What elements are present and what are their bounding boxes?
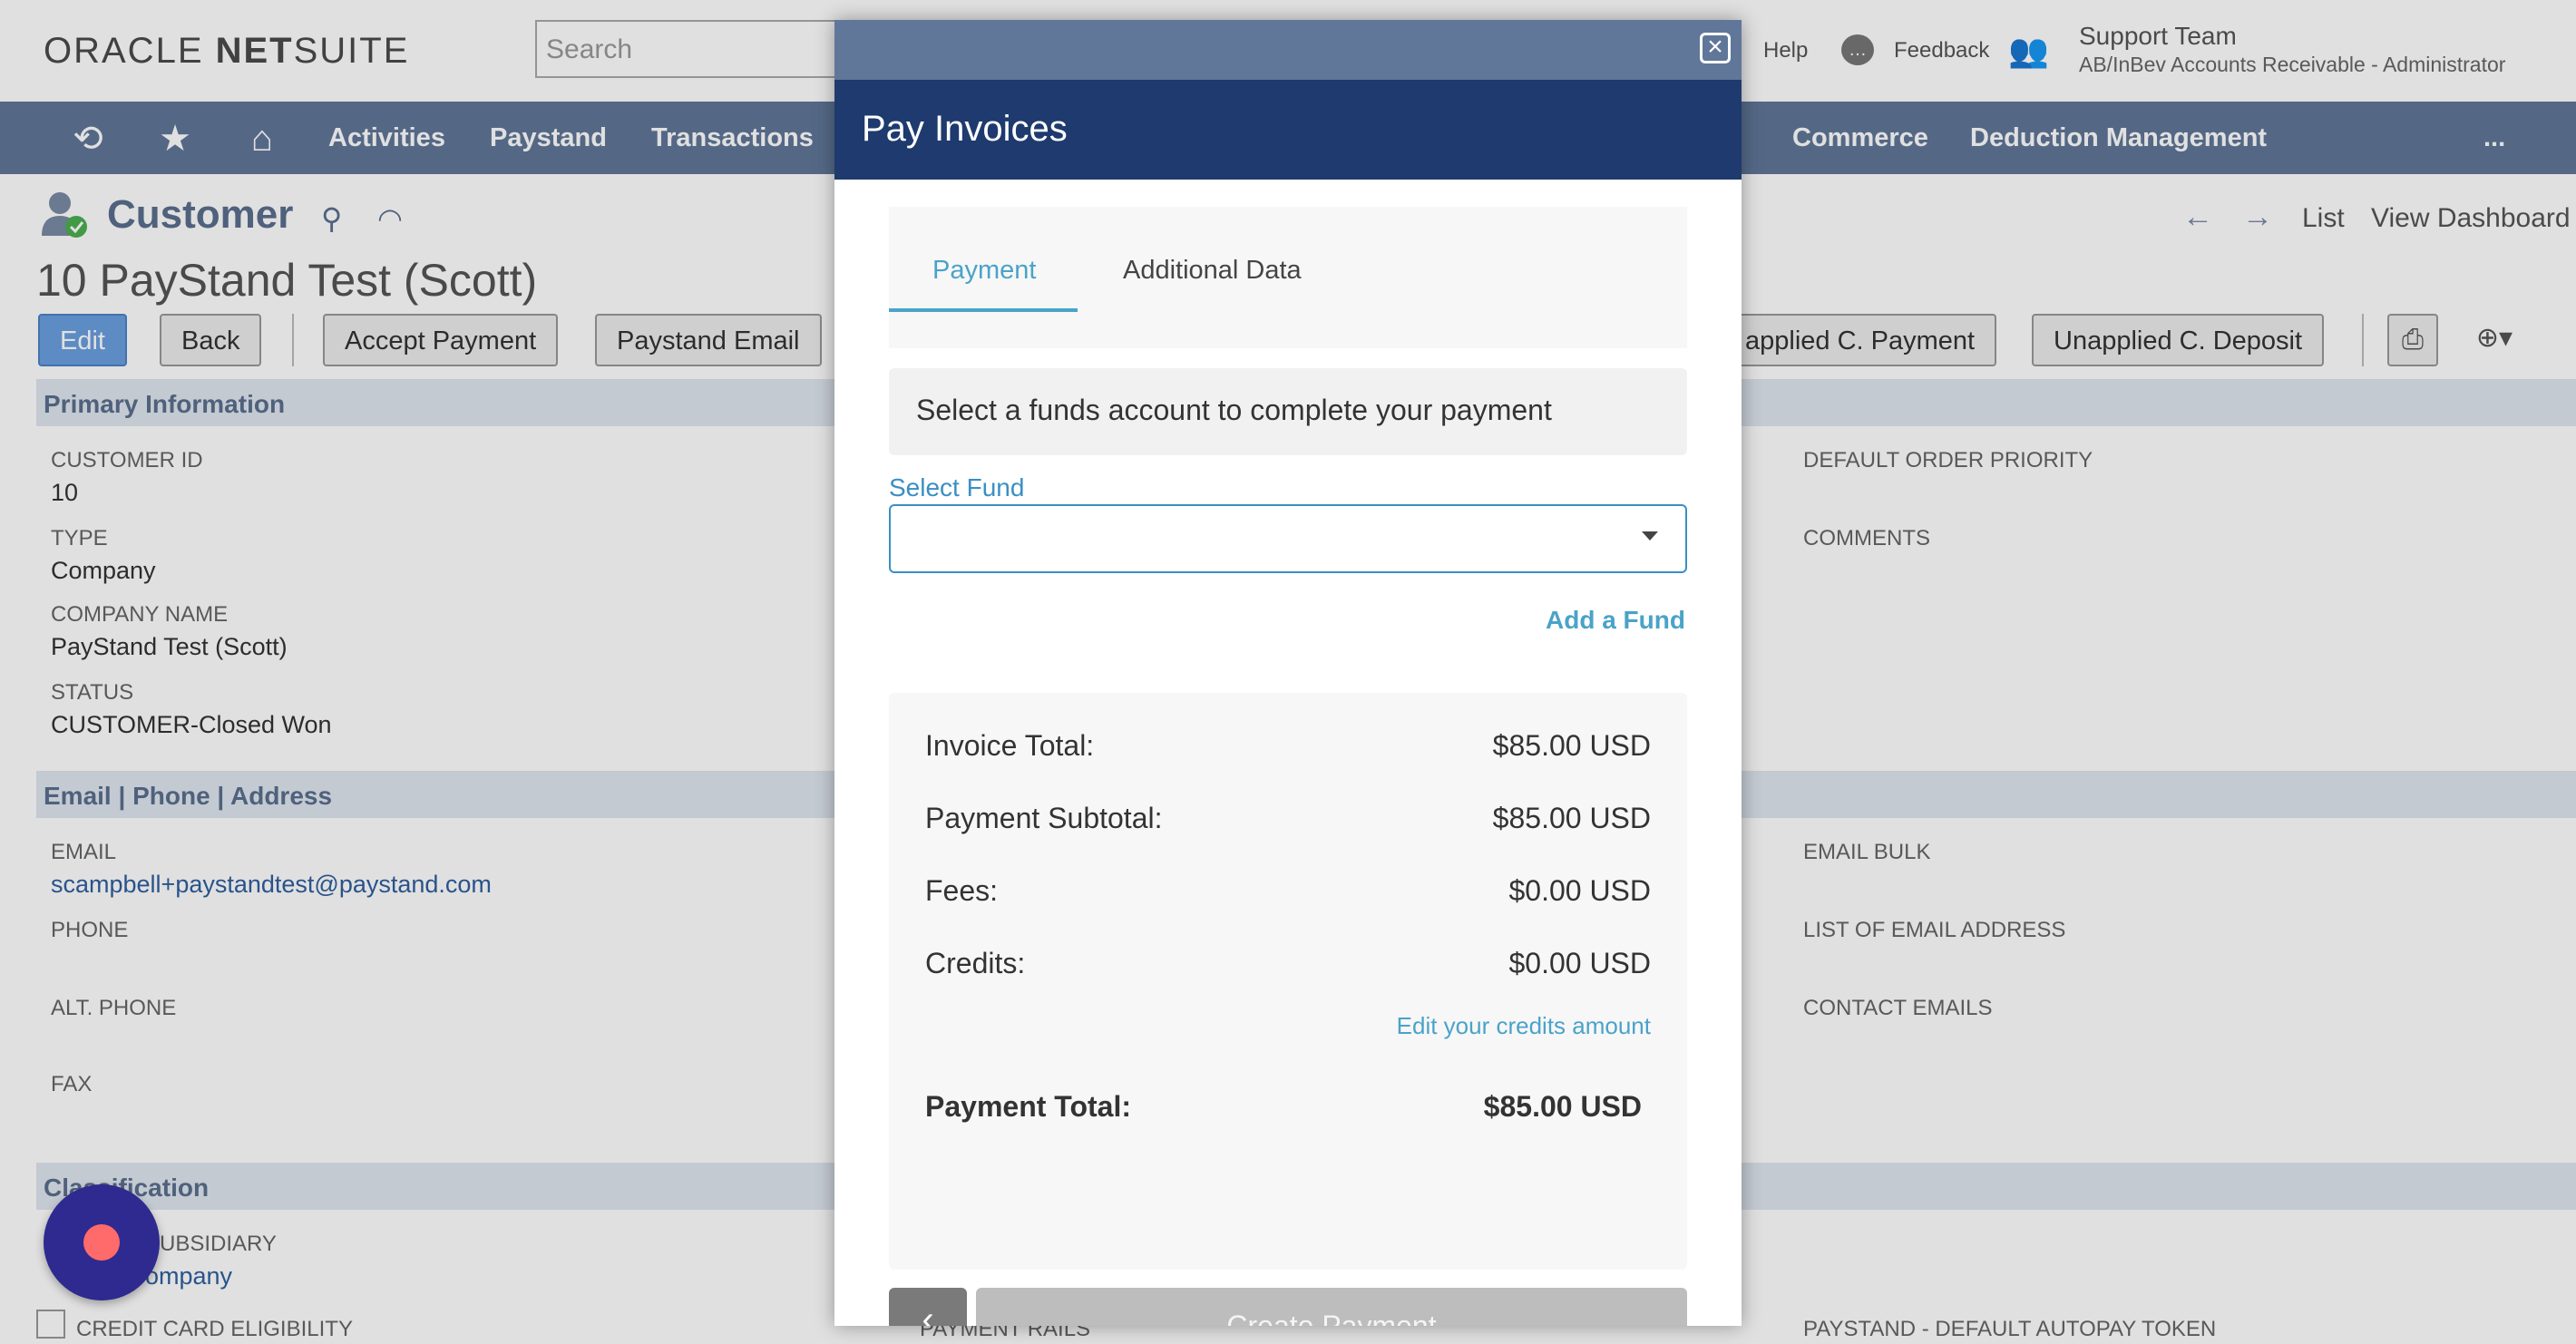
pay-invoices-modal: × Pay Invoices Payment Additional Data S… <box>834 20 1742 1326</box>
fund-notice: Select a funds account to complete your … <box>889 368 1687 455</box>
chevron-down-icon <box>1642 531 1658 541</box>
fees-value: $0.00 USD <box>1508 874 1651 907</box>
select-fund-dropdown[interactable] <box>889 504 1687 573</box>
back-step-button[interactable]: ‹ <box>889 1288 967 1326</box>
edit-credits-link[interactable]: Edit your credits amount <box>1397 1012 1651 1040</box>
invoice-total-value: $85.00 USD <box>1492 729 1651 762</box>
active-tab-indicator <box>889 308 1078 312</box>
select-fund-label: Select Fund <box>889 473 1025 502</box>
add-fund-link[interactable]: Add a Fund <box>1546 606 1685 635</box>
credits-value: $0.00 USD <box>1508 947 1651 979</box>
chat-launcher-button[interactable] <box>44 1184 160 1300</box>
payment-tabs: Payment Additional Data <box>889 207 1687 348</box>
credits-label: Credits: <box>925 947 1026 979</box>
close-icon[interactable]: × <box>1700 33 1731 63</box>
tab-payment[interactable]: Payment <box>932 256 1036 286</box>
modal-title: Pay Invoices <box>862 109 1068 149</box>
payment-subtotal-value: $85.00 USD <box>1492 802 1651 834</box>
modal-title-bar[interactable]: × <box>834 20 1742 80</box>
payment-subtotal-label: Payment Subtotal: <box>925 802 1163 834</box>
tab-additional-data[interactable]: Additional Data <box>1123 256 1302 286</box>
payment-summary: Invoice Total: $85.00 USD Payment Subtot… <box>889 693 1687 1270</box>
modal-header: Pay Invoices <box>834 80 1742 180</box>
record-dot-icon <box>83 1224 120 1261</box>
create-payment-button[interactable]: Create Payment <box>976 1288 1687 1326</box>
payment-total-label: Payment Total: <box>925 1090 1131 1123</box>
invoice-total-label: Invoice Total: <box>925 729 1095 762</box>
fees-label: Fees: <box>925 874 999 907</box>
payment-total-value: $85.00 USD <box>1483 1090 1642 1123</box>
